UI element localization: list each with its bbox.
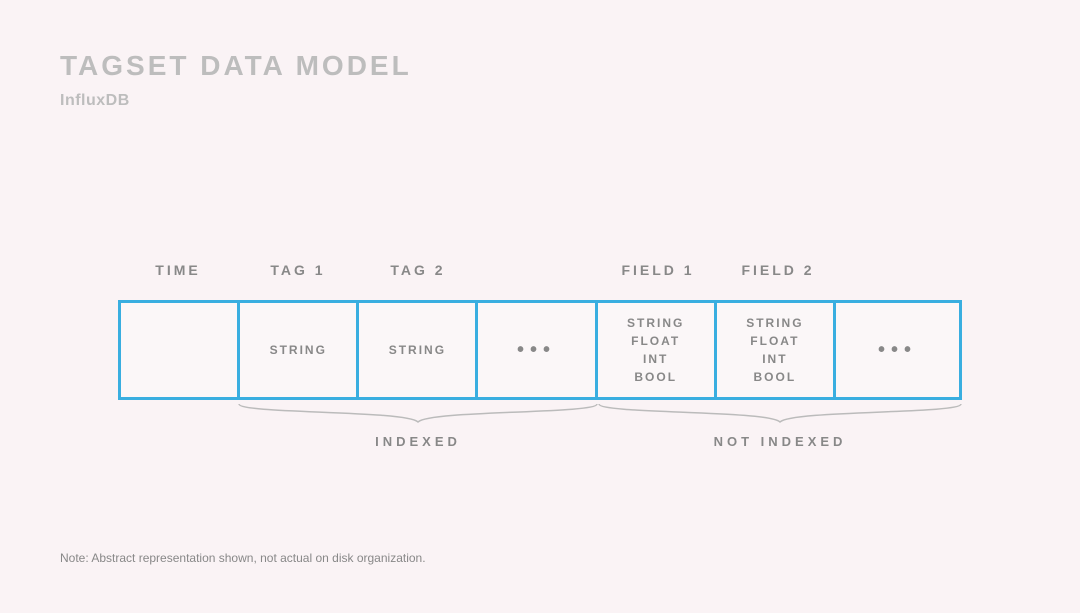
type-label: INT <box>762 350 787 368</box>
type-label: FLOAT <box>631 332 680 350</box>
footnote: Note: Abstract representation shown, not… <box>60 551 426 565</box>
column-cell: ••• <box>836 303 959 397</box>
column-header: TAG 2 <box>358 262 478 278</box>
column-cell: STRINGFLOATINTBOOL <box>717 303 836 397</box>
column-cell: ••• <box>478 303 597 397</box>
type-label: STRING <box>389 341 446 359</box>
brace-group: NOT INDEXED <box>598 404 962 449</box>
type-label: STRING <box>270 341 327 359</box>
brace-label: INDEXED <box>238 434 598 449</box>
column-headers: TIMETAG 1TAG 2 FIELD 1FIELD 2 <box>118 262 962 278</box>
diagram-title: TAGSET DATA MODEL <box>60 50 412 82</box>
type-label: STRING <box>746 314 803 332</box>
column-header: FIELD 1 <box>598 262 718 278</box>
type-label: BOOL <box>634 368 677 386</box>
column-cell: STRINGFLOATINTBOOL <box>598 303 717 397</box>
column-header: FIELD 2 <box>718 262 838 278</box>
brace-icon <box>238 404 598 424</box>
type-label: STRING <box>627 314 684 332</box>
column-cell: STRING <box>359 303 478 397</box>
column-header <box>478 262 598 278</box>
column-header <box>838 262 962 278</box>
brace-icon <box>598 404 962 424</box>
brace-label: NOT INDEXED <box>598 434 962 449</box>
column-header: TAG 1 <box>238 262 358 278</box>
brace-row: INDEXEDNOT INDEXED <box>118 404 962 464</box>
model-row: TIMETAG 1TAG 2FIELD 1FIELD 2 STRINGSTRIN… <box>118 262 962 464</box>
ellipsis-icon: ••• <box>878 335 917 365</box>
column-cell <box>121 303 240 397</box>
type-label: FLOAT <box>750 332 799 350</box>
column-header: TIME <box>118 262 238 278</box>
ellipsis-icon: ••• <box>517 335 556 365</box>
column-boxes: STRINGSTRING•••STRINGFLOATINTBOOLSTRINGF… <box>118 300 962 400</box>
type-label: BOOL <box>754 368 797 386</box>
type-label: INT <box>643 350 668 368</box>
diagram-subtitle: InfluxDB <box>60 92 130 110</box>
column-cell: STRING <box>240 303 359 397</box>
brace-group: INDEXED <box>238 404 598 449</box>
